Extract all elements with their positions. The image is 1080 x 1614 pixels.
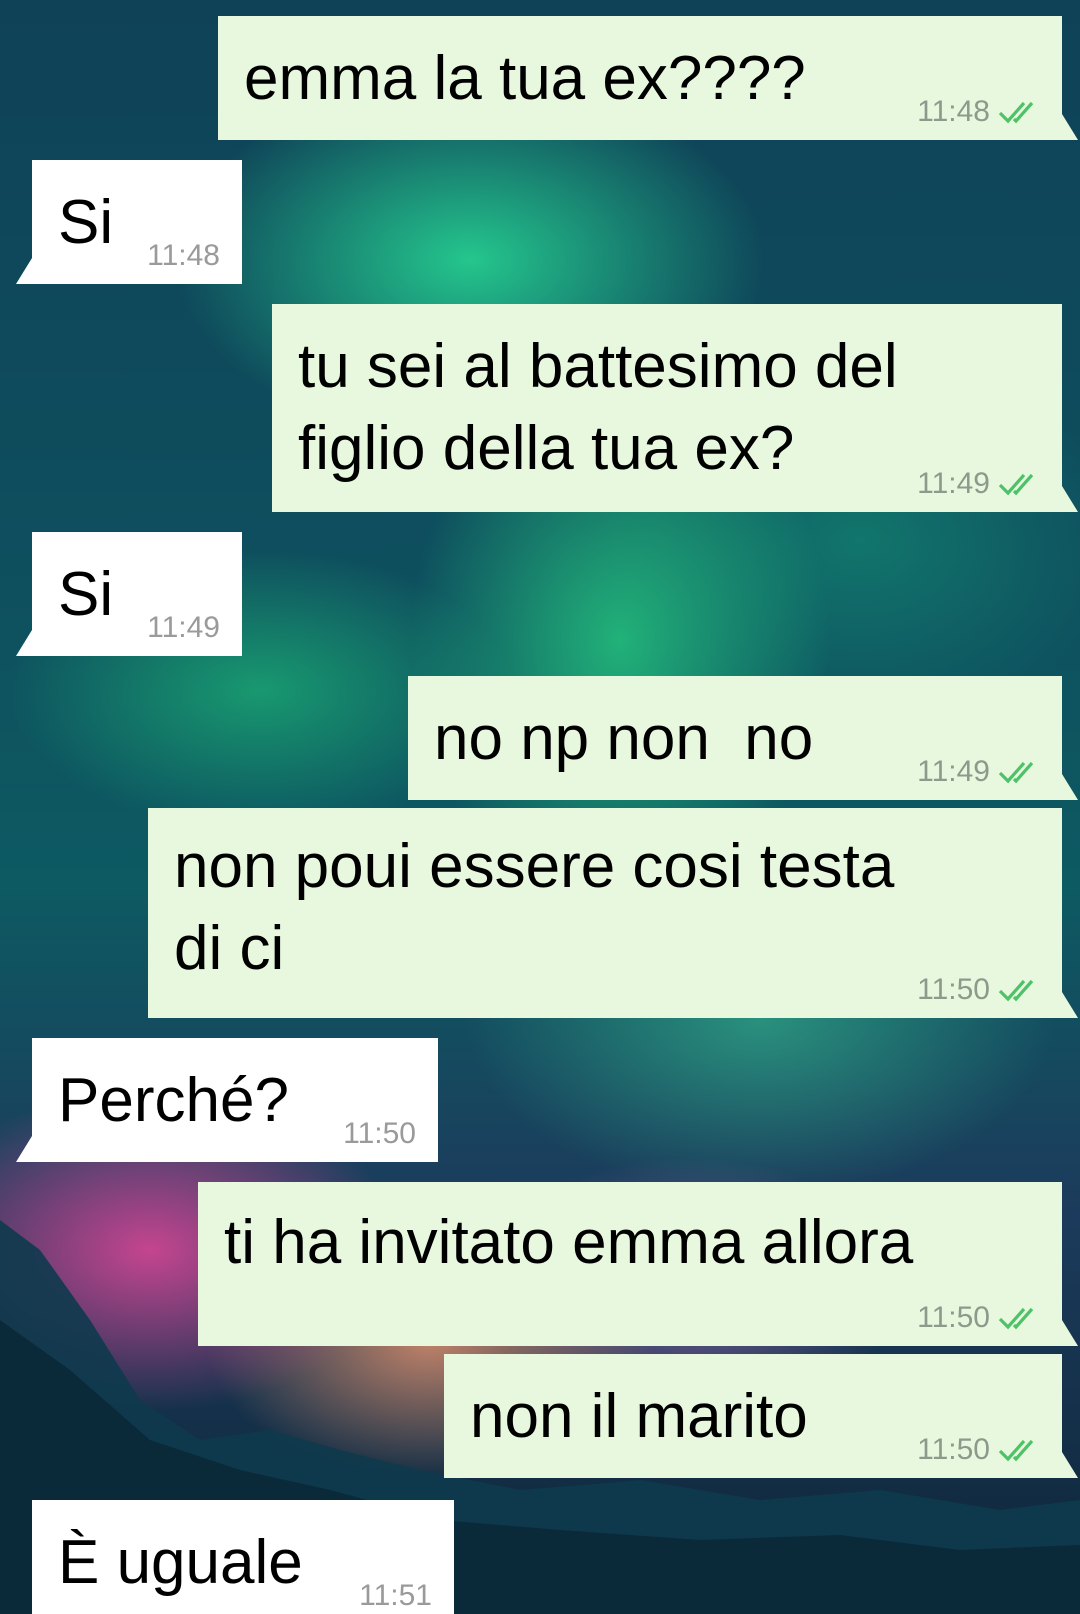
incoming-message[interactable]: Perché? 11:50	[16, 1038, 438, 1162]
message-time: 11:49	[147, 611, 220, 644]
message-text: non il marito	[470, 1382, 808, 1451]
double-check-icon	[998, 761, 1034, 784]
double-check-icon	[998, 473, 1034, 496]
bubble-tail	[1062, 114, 1078, 140]
double-check-icon	[998, 101, 1034, 124]
bubble-tail	[1062, 1320, 1078, 1346]
double-check-icon	[998, 979, 1034, 1002]
message-text: Perché?	[58, 1066, 289, 1135]
bubble-tail	[1062, 486, 1078, 512]
message-meta: 11:50	[917, 1432, 1042, 1468]
message-text-line-2: di ci	[174, 914, 285, 983]
message-meta: 11:49	[917, 754, 1042, 790]
message-time: 11:49	[917, 755, 990, 788]
double-check-icon	[998, 1439, 1034, 1462]
message-text: È uguale	[58, 1528, 303, 1597]
incoming-message[interactable]: Si 11:49	[16, 532, 242, 656]
message-text: no np non no	[434, 704, 814, 773]
bubble-tail	[1062, 992, 1078, 1018]
message-time: 11:48	[147, 239, 220, 272]
message-text-line-1: tu sei al battesimo del	[298, 332, 898, 401]
outgoing-message[interactable]: non poui essere cosi testa di ci 11:50	[148, 808, 1078, 1018]
message-text-line-2: figlio della tua ex?	[298, 414, 795, 483]
outgoing-message[interactable]: emma la tua ex???? 11:48	[218, 16, 1078, 140]
message-time: 11:50	[343, 1117, 416, 1150]
message-time: 11:50	[917, 1433, 990, 1466]
bubble-tail	[16, 630, 32, 656]
message-text: Si	[58, 560, 114, 629]
outgoing-message[interactable]: non il marito 11:50	[444, 1354, 1078, 1478]
bubble-tail	[1062, 1452, 1078, 1478]
message-meta: 11:50	[917, 972, 1042, 1008]
message-meta: 11:49	[917, 466, 1042, 502]
message-text-line-1: non poui essere cosi testa	[174, 832, 895, 901]
outgoing-message[interactable]: ti ha invitato emma allora 11:50	[198, 1182, 1078, 1346]
incoming-message[interactable]: Si 11:48	[16, 160, 242, 284]
message-text: ti ha invitato emma allora	[224, 1208, 914, 1277]
bubble-tail	[16, 258, 32, 284]
message-time: 11:48	[917, 95, 990, 128]
bubble-tail	[16, 1136, 32, 1162]
bubble-tail	[1062, 774, 1078, 800]
message-time: 11:49	[917, 467, 990, 500]
message-meta: 11:48	[917, 94, 1042, 130]
outgoing-message[interactable]: no np non no 11:49	[408, 676, 1078, 800]
message-text: emma la tua ex????	[244, 44, 806, 113]
message-meta: 11:50	[917, 1300, 1042, 1336]
outgoing-message[interactable]: tu sei al battesimo del figlio della tua…	[272, 304, 1078, 512]
message-time: 11:50	[917, 973, 990, 1006]
message-time: 11:51	[359, 1579, 432, 1612]
message-text: Si	[58, 188, 114, 257]
message-time: 11:50	[917, 1301, 990, 1334]
incoming-message[interactable]: È uguale 11:51	[32, 1500, 454, 1614]
double-check-icon	[998, 1307, 1034, 1330]
